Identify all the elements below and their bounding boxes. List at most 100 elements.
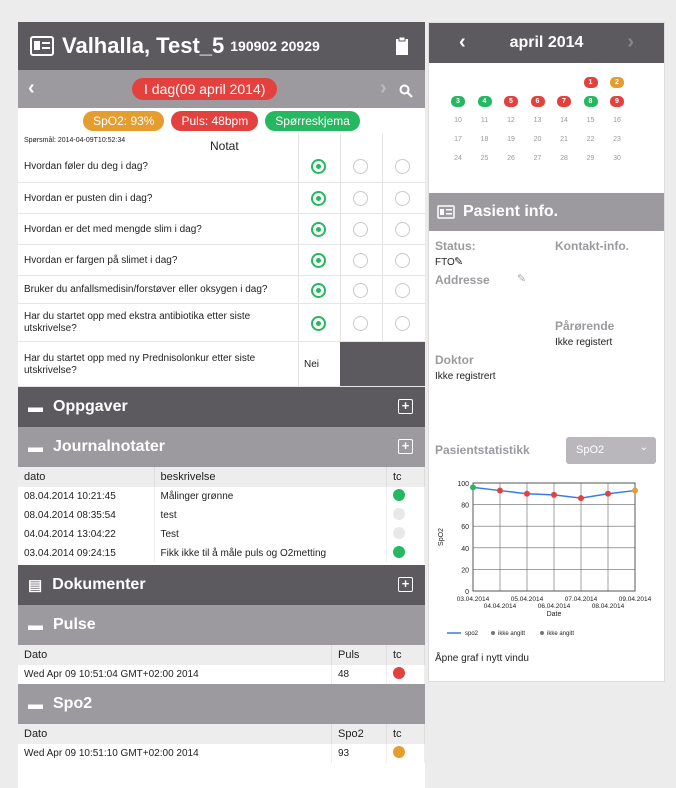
edit-pencil-icon[interactable]: ✎ xyxy=(454,255,463,268)
add-dokument-button[interactable]: + xyxy=(398,577,413,592)
answer-radio[interactable] xyxy=(311,253,326,268)
question-row: Har du startet opp med ekstra antibiotik… xyxy=(18,304,425,342)
calendar-day[interactable]: 22 xyxy=(584,134,598,145)
section-spo2[interactable]: ▬ Spo2 xyxy=(18,684,425,724)
section-dokumenter[interactable]: ▤ Dokumenter + xyxy=(18,565,425,605)
add-oppgave-button[interactable]: + xyxy=(398,399,413,414)
stat-select[interactable]: SpO2 ⌄ xyxy=(566,437,656,464)
calendar-day[interactable]: 25 xyxy=(478,153,492,164)
open-graph-link[interactable]: Åpne graf i nytt vindu xyxy=(435,653,529,664)
answer-radio[interactable] xyxy=(395,191,410,206)
calendar-day[interactable]: 26 xyxy=(504,153,518,164)
calendar-day[interactable]: 7 xyxy=(557,96,571,107)
calendar-day[interactable]: 4 xyxy=(477,96,492,107)
answer-radio[interactable] xyxy=(311,159,326,174)
question-row: Har du startet opp med ny Prednisolonkur… xyxy=(18,342,425,387)
answer-radio[interactable] xyxy=(395,315,410,331)
question-row: Hvordan er det med mengde slim i dag? xyxy=(18,214,425,245)
calendar-day[interactable]: 8 xyxy=(583,96,598,107)
col-dato: dato xyxy=(18,467,155,487)
col-tc: tc xyxy=(386,724,425,744)
calendar-day[interactable]: 1 xyxy=(583,77,598,88)
calendar-day[interactable]: 21 xyxy=(557,134,571,145)
calendar-day[interactable]: 27 xyxy=(531,153,545,164)
calendar-day[interactable]: 23 xyxy=(610,134,624,145)
answer-radio[interactable] xyxy=(311,222,326,237)
answer-radio[interactable] xyxy=(353,222,368,237)
spo2-badge[interactable]: SpO2: 93% xyxy=(83,111,165,131)
calendar-day[interactable]: 2 xyxy=(610,77,624,88)
calendar-day[interactable]: 19 xyxy=(504,134,518,145)
calendar-day[interactable]: 24 xyxy=(451,153,465,164)
answer-radio[interactable] xyxy=(353,159,368,174)
add-journal-button[interactable]: + xyxy=(398,439,413,454)
calendar-day[interactable]: 18 xyxy=(478,134,492,145)
left-panel: Valhalla, Test_5 190902 20929 ‹ I dag(09… xyxy=(18,22,425,788)
next-day-icon[interactable]: › xyxy=(380,77,387,100)
inbox-icon: ▬ xyxy=(28,398,43,416)
y-tick-label: 100 xyxy=(457,481,469,488)
calendar-day[interactable]: 12 xyxy=(504,115,518,126)
answer-radio[interactable] xyxy=(353,315,368,331)
clipboard-icon[interactable] xyxy=(395,36,409,56)
answer-radio[interactable] xyxy=(395,282,410,298)
y-tick-label: 20 xyxy=(461,567,469,574)
calendar-day[interactable]: 3 xyxy=(451,96,465,107)
col-puls: Puls xyxy=(331,645,387,665)
calendar-day[interactable]: 11 xyxy=(478,115,492,126)
calendar-day[interactable]: 20 xyxy=(531,134,545,145)
table-row[interactable]: Wed Apr 09 10:51:10 GMT+02:00 2014 93 xyxy=(18,744,425,763)
answer-radio[interactable] xyxy=(353,191,368,206)
edit-pencil-icon[interactable]: ✎ xyxy=(517,272,526,285)
question-timestamp: Spørsmål: 2014-04-09T10:52:34 xyxy=(24,137,126,144)
answer-radio[interactable] xyxy=(395,222,410,237)
calendar-day[interactable]: 15 xyxy=(584,115,598,126)
table-row[interactable]: 04.04.2014 13:04:22 Test xyxy=(18,525,425,544)
answer-radio[interactable] xyxy=(311,191,326,206)
vitals-bar: SpO2: 93% Puls: 48bpm Spørreskjema xyxy=(18,108,425,134)
x-tick-label: 05.04.2014 xyxy=(511,596,544,603)
calendar-day[interactable]: 10 xyxy=(451,115,465,126)
answer-radio[interactable] xyxy=(395,159,410,174)
table-row[interactable]: Wed Apr 09 10:51:04 GMT+02:00 2014 48 xyxy=(18,665,425,684)
document-icon: ▤ xyxy=(28,577,43,594)
status-value: FTO xyxy=(435,257,455,268)
status-dot xyxy=(393,489,405,501)
section-pulse[interactable]: ▬ Pulse xyxy=(18,605,425,645)
calendar-day[interactable]: 13 xyxy=(531,115,545,126)
search-icon[interactable] xyxy=(399,84,413,98)
prev-month-icon[interactable]: ‹ xyxy=(459,31,466,54)
question-text: Har du startet opp med ekstra antibiotik… xyxy=(24,311,251,334)
date-label[interactable]: I dag(09 april 2014) xyxy=(132,78,278,100)
calendar-day[interactable]: 5 xyxy=(504,96,518,107)
table-row[interactable]: 08.04.2014 08:35:54 test xyxy=(18,506,425,525)
section-oppgaver[interactable]: ▬ Oppgaver + xyxy=(18,387,425,427)
col-tc: tc xyxy=(386,645,425,665)
calendar-day[interactable]: 9 xyxy=(610,96,624,107)
answer-radio[interactable] xyxy=(395,253,410,268)
answer-radio[interactable] xyxy=(353,282,368,298)
next-month-icon[interactable]: › xyxy=(627,31,634,54)
question-text: Hvordan føler du deg i dag? xyxy=(24,160,148,172)
table-row[interactable]: 03.04.2014 09:24:15 Fikk ikke til å måle … xyxy=(18,544,425,563)
puls-badge[interactable]: Puls: 48bpm xyxy=(171,111,259,131)
calendar-day[interactable]: 6 xyxy=(530,96,545,107)
doktor-label: Doktor xyxy=(435,353,474,367)
table-row[interactable]: 08.04.2014 10:21:45 Målinger grønne xyxy=(18,487,425,506)
chevron-down-icon: ⌄ xyxy=(639,442,648,453)
calendar-day[interactable]: 29 xyxy=(584,153,598,164)
answer-radio[interactable] xyxy=(311,315,326,331)
calendar-day[interactable]: 30 xyxy=(610,153,624,164)
calendar-day[interactable]: 14 xyxy=(557,115,571,126)
question-text: Hvordan er fargen på slimet i dag? xyxy=(24,254,178,266)
questionnaire-badge[interactable]: Spørreskjema xyxy=(265,111,360,131)
journal-date: 08.04.2014 10:21:45 xyxy=(18,487,155,506)
calendar-day[interactable]: 17 xyxy=(451,134,465,145)
prev-day-icon[interactable]: ‹ xyxy=(28,77,35,100)
section-journalnotater[interactable]: ▬ Journalnotater + xyxy=(18,427,425,467)
calendar-day[interactable]: 28 xyxy=(557,153,571,164)
calendar-day[interactable]: 16 xyxy=(610,115,624,126)
journal-date: 03.04.2014 09:24:15 xyxy=(18,544,155,563)
answer-radio[interactable] xyxy=(311,282,326,298)
answer-radio[interactable] xyxy=(353,253,368,268)
